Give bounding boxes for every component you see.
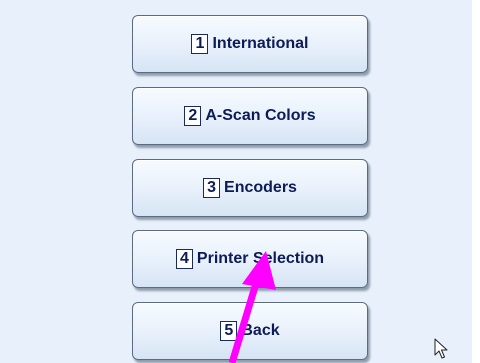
- button-number: 5: [220, 321, 238, 341]
- button-number: 2: [184, 106, 202, 126]
- mouse-cursor-icon: [434, 338, 448, 359]
- button-label: Encoders: [224, 179, 297, 196]
- international-button[interactable]: 1 International: [132, 15, 368, 73]
- button-label: International: [212, 35, 309, 52]
- button-number: 4: [175, 249, 193, 269]
- button-content: 5 Back: [220, 321, 280, 341]
- button-label: A-Scan Colors: [205, 107, 316, 124]
- button-number: 3: [203, 178, 221, 198]
- back-button[interactable]: 5 Back: [132, 302, 368, 360]
- encoders-button[interactable]: 3 Encoders: [132, 159, 368, 217]
- button-number: 1: [191, 34, 209, 54]
- a-scan-colors-button[interactable]: 2 A-Scan Colors: [132, 87, 368, 145]
- button-label: Back: [241, 322, 280, 339]
- button-content: 4 Printer Selection: [175, 249, 325, 269]
- button-label: Printer Selection: [196, 250, 325, 267]
- button-content: 3 Encoders: [203, 178, 297, 198]
- button-content: 2 A-Scan Colors: [184, 106, 316, 126]
- printer-selection-button[interactable]: 4 Printer Selection: [132, 230, 368, 288]
- button-content: 1 International: [191, 34, 309, 54]
- menu-panel: 1 International 2 A-Scan Colors 3 Encode…: [0, 0, 472, 363]
